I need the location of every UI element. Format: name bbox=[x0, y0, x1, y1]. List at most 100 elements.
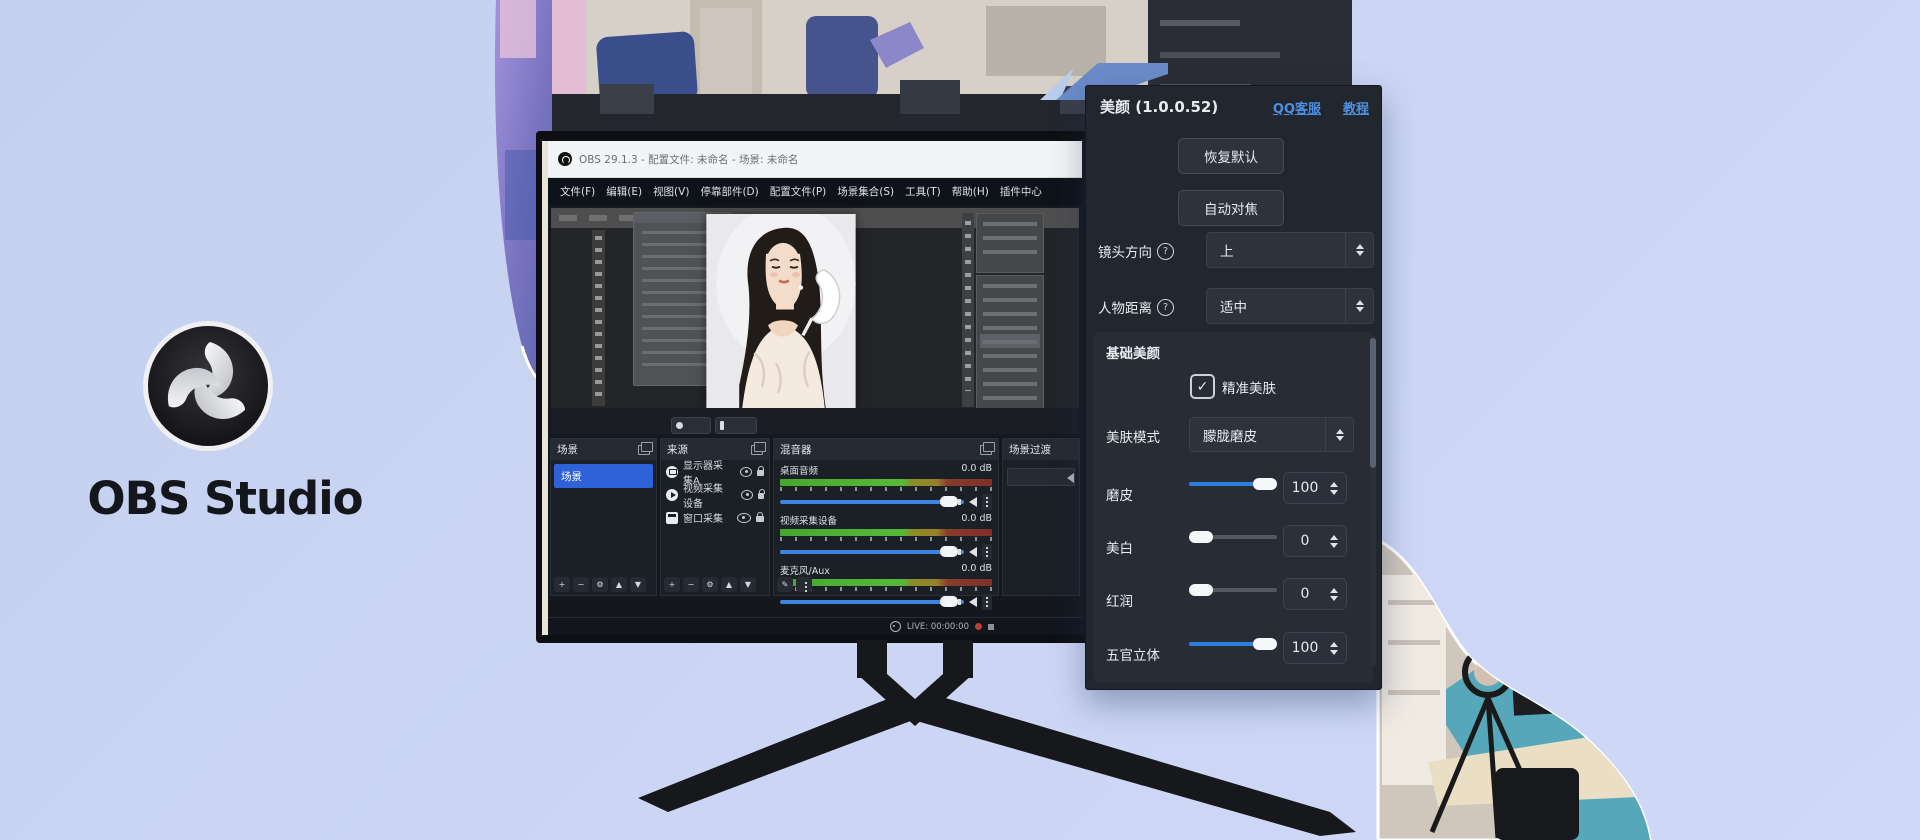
preview-chip-1[interactable] bbox=[671, 417, 711, 434]
menu-profile[interactable]: 配置文件(P) bbox=[770, 184, 827, 199]
channel-name: 麦克风/Aux bbox=[780, 563, 830, 577]
face-3d-slider[interactable] bbox=[1189, 638, 1277, 650]
add-source-button[interactable]: + bbox=[664, 577, 680, 592]
menu-scene-collection[interactable]: 场景集合(S) bbox=[837, 184, 894, 199]
menu-view[interactable]: 视图(V) bbox=[653, 184, 689, 199]
mixer-toolbar: ✎ bbox=[777, 577, 812, 592]
visibility-eye-icon[interactable] bbox=[740, 467, 752, 477]
person-distance-select[interactable]: 适中 bbox=[1206, 288, 1374, 324]
remove-source-button[interactable]: − bbox=[683, 577, 699, 592]
panel-scrollbar-thumb[interactable] bbox=[1370, 338, 1376, 468]
camera-direction-select[interactable]: 上 bbox=[1206, 232, 1374, 268]
menu-plugin-center[interactable]: 插件中心 bbox=[1000, 184, 1042, 199]
remove-scene-button[interactable]: − bbox=[573, 577, 589, 592]
preview-chip-2[interactable] bbox=[715, 417, 757, 434]
smooth-skin-value[interactable]: 100 bbox=[1283, 472, 1347, 504]
source-properties-button[interactable]: ⚙ bbox=[702, 577, 718, 592]
menu-edit[interactable]: 编辑(E) bbox=[606, 184, 642, 199]
transitions-dock-title: 场景过渡 bbox=[1009, 442, 1051, 457]
dock-config-icon[interactable] bbox=[980, 445, 992, 455]
visibility-eye-icon[interactable] bbox=[741, 490, 753, 500]
number-spinner-icon[interactable] bbox=[1326, 642, 1342, 655]
channel-options-icon[interactable] bbox=[982, 544, 992, 560]
whitening-value[interactable]: 0 bbox=[1283, 525, 1347, 557]
select-spinner-icon[interactable] bbox=[1345, 289, 1373, 323]
source-row[interactable]: 窗口采集 bbox=[661, 506, 769, 529]
scene-item-selected[interactable]: 场景 bbox=[554, 464, 653, 488]
ps-adjust-panel bbox=[976, 213, 1044, 273]
channel-options-icon[interactable] bbox=[982, 494, 992, 510]
mixer-channel: 视频采集设备 0.0 dB bbox=[774, 510, 998, 560]
visibility-eye-icon[interactable] bbox=[737, 513, 751, 523]
source-up-button[interactable]: ▲ bbox=[721, 577, 737, 592]
channel-name: 视频采集设备 bbox=[780, 513, 837, 527]
slider-handle[interactable] bbox=[1189, 531, 1213, 543]
source-name: 视频采集设备 bbox=[683, 480, 731, 510]
volume-slider[interactable] bbox=[780, 500, 964, 504]
mixer-pen-button[interactable]: ✎ bbox=[777, 577, 793, 592]
panel-title: 美颜 (1.0.0.52) bbox=[1100, 96, 1218, 117]
slider-handle[interactable] bbox=[1253, 638, 1277, 650]
select-spinner-icon[interactable] bbox=[1325, 418, 1353, 451]
scene-filters-button[interactable]: ⚙ bbox=[592, 577, 608, 592]
qq-support-link[interactable]: QQ客服 bbox=[1273, 98, 1321, 117]
lock-icon[interactable] bbox=[757, 470, 764, 476]
source-row[interactable]: 视频采集设备 bbox=[661, 483, 769, 506]
scene-up-button[interactable]: ▲ bbox=[611, 577, 627, 592]
speaker-icon[interactable] bbox=[969, 547, 977, 557]
group-title: 基础美颜 bbox=[1106, 342, 1160, 362]
number-spinner-icon[interactable] bbox=[1326, 535, 1342, 548]
skin-mode-label: 美肤模式 bbox=[1106, 426, 1160, 446]
number-spinner-icon[interactable] bbox=[1326, 482, 1342, 495]
person-distance-label: 人物距离 ? bbox=[1098, 297, 1174, 317]
tutorial-link[interactable]: 教程 bbox=[1343, 98, 1369, 117]
sources-dock: 来源 显示器采集A 视频采集设备 窗口采集 + − ⚙ bbox=[660, 438, 770, 596]
restore-defaults-button[interactable]: 恢复默认 bbox=[1178, 138, 1284, 174]
dock-config-icon[interactable] bbox=[751, 445, 763, 455]
add-scene-button[interactable]: + bbox=[554, 577, 570, 592]
lock-icon[interactable] bbox=[758, 493, 764, 499]
speaker-icon[interactable] bbox=[969, 497, 977, 507]
skin-mode-select[interactable]: 朦胧磨皮 bbox=[1189, 417, 1354, 452]
channel-options-icon[interactable] bbox=[982, 594, 992, 610]
help-icon[interactable]: ? bbox=[1157, 243, 1174, 260]
number-spinner-icon[interactable] bbox=[1326, 588, 1342, 601]
precise-skin-label: 精准美肤 bbox=[1222, 377, 1276, 397]
whitening-slider[interactable] bbox=[1189, 531, 1277, 543]
face-3d-value[interactable]: 100 bbox=[1283, 632, 1347, 664]
volume-slider[interactable] bbox=[780, 600, 964, 604]
channel-db: 0.0 dB bbox=[961, 463, 992, 477]
help-icon[interactable]: ? bbox=[1157, 299, 1174, 316]
smooth-skin-slider[interactable] bbox=[1189, 478, 1277, 490]
select-spinner-icon[interactable] bbox=[1345, 233, 1373, 267]
transition-select[interactable] bbox=[1007, 468, 1075, 486]
volume-slider[interactable] bbox=[780, 550, 964, 554]
rosy-label: 红润 bbox=[1106, 590, 1133, 610]
precise-skin-checkbox[interactable]: ✓ bbox=[1190, 374, 1215, 399]
speaker-icon[interactable] bbox=[969, 597, 977, 607]
rosy-value[interactable]: 0 bbox=[1283, 578, 1347, 610]
scenes-toolbar: + − ⚙ ▲ ▼ bbox=[554, 577, 646, 592]
mixer-fader-button[interactable] bbox=[796, 577, 812, 592]
menu-help[interactable]: 帮助(H) bbox=[952, 184, 989, 199]
stream-signal-icon bbox=[890, 621, 901, 632]
menu-tools[interactable]: 工具(T) bbox=[905, 184, 941, 199]
dock-config-icon[interactable] bbox=[638, 445, 650, 455]
slider-handle[interactable] bbox=[1189, 584, 1213, 596]
slider-handle[interactable] bbox=[1253, 478, 1277, 490]
obs-window-title: OBS 29.1.3 - 配置文件: 未命名 - 场景: 未命名 bbox=[579, 152, 798, 167]
meter-ticks bbox=[780, 537, 992, 541]
obs-preview-area[interactable] bbox=[548, 205, 1082, 437]
collapse-arrow-icon[interactable] bbox=[1067, 473, 1074, 483]
portrait-photo bbox=[706, 214, 856, 408]
obs-app-window: OBS 29.1.3 - 配置文件: 未命名 - 场景: 未命名 文件(F) 编… bbox=[548, 141, 1082, 635]
audio-meter bbox=[780, 479, 992, 486]
autofocus-button[interactable]: 自动对焦 bbox=[1178, 190, 1284, 226]
rosy-slider[interactable] bbox=[1189, 584, 1277, 596]
scene-down-button[interactable]: ▼ bbox=[630, 577, 646, 592]
menu-file[interactable]: 文件(F) bbox=[560, 184, 595, 199]
source-down-button[interactable]: ▼ bbox=[740, 577, 756, 592]
lock-icon[interactable] bbox=[756, 516, 764, 522]
menu-docks[interactable]: 停靠部件(D) bbox=[700, 184, 758, 199]
obs-title-bar[interactable]: OBS 29.1.3 - 配置文件: 未命名 - 场景: 未命名 bbox=[548, 141, 1082, 178]
